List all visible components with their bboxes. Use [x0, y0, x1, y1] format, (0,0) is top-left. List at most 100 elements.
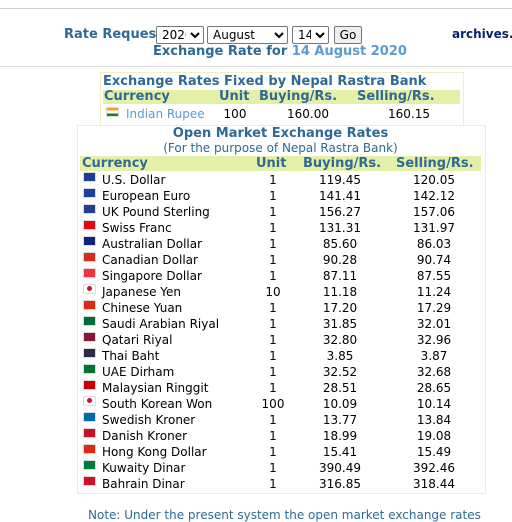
unit: 10 [265, 285, 281, 299]
table-row: Chinese Yuan 1 17.20 17.29 [80, 300, 481, 316]
australia-flag-icon [83, 236, 96, 246]
col-currency: Currency [82, 156, 148, 171]
table-row: Australian Dollar 1 85.60 86.03 [80, 236, 481, 252]
buying-rate: 119.45 [319, 173, 361, 187]
currency-name: South Korean Won [102, 397, 213, 411]
saudi-flag-icon [83, 316, 96, 326]
buying-rate: 28.51 [322, 381, 358, 395]
unit: 1 [269, 333, 277, 347]
selling-rate: 28.65 [416, 381, 452, 395]
buying-rate: 316.85 [319, 477, 361, 491]
currency-name: Qatari Riyal [102, 333, 173, 347]
thailand-flag-icon [83, 348, 96, 358]
selling-rate: 87.55 [416, 269, 452, 283]
day-select[interactable]: 14 [292, 26, 329, 44]
table-row: UK Pound Sterling 1 156.27 157.06 [80, 204, 481, 220]
table-row: Canadian Dollar 1 90.28 90.74 [80, 252, 481, 268]
currency-name: Saudi Arabian Riyal [102, 317, 220, 331]
buying-rate: 32.80 [322, 333, 358, 347]
selling-rate: 13.84 [416, 413, 452, 427]
buying-rate: 160.00 [287, 107, 329, 121]
unit: 1 [269, 173, 277, 187]
table-row: Malaysian Ringgit 1 28.51 28.65 [80, 380, 481, 396]
indian-rupee-row: Indian Rupee 100 160.00 160.15 [103, 107, 460, 122]
unit: 1 [269, 253, 277, 267]
switzerland-flag-icon [83, 220, 96, 230]
archives-link[interactable]: archives... [452, 27, 512, 41]
go-button[interactable]: Go [334, 26, 362, 44]
buying-rate: 32.52 [322, 365, 358, 379]
denmark-flag-icon [83, 428, 96, 438]
unit: 1 [269, 221, 277, 235]
selling-rate: 392.46 [413, 461, 455, 475]
buying-rate: 141.41 [319, 189, 361, 203]
buying-rate: 10.09 [322, 397, 358, 411]
currency-name: European Euro [102, 189, 191, 203]
unit: 1 [269, 349, 277, 363]
selling-rate: 32.96 [416, 333, 452, 347]
india-flag-icon [106, 107, 119, 117]
table-row: Danish Kroner 1 18.99 19.08 [80, 428, 481, 444]
table-row: U.S. Dollar 1 119.45 120.05 [80, 172, 481, 188]
table-row: Singapore Dollar 1 87.11 87.55 [80, 268, 481, 284]
currency-name: Swiss Franc [102, 221, 172, 235]
open-market-title: Open Market Exchange Rates [172, 126, 389, 141]
hongkong-flag-icon [83, 444, 96, 454]
selling-rate: 90.74 [416, 253, 452, 267]
unit: 1 [269, 205, 277, 219]
selling-rate: 17.29 [416, 301, 452, 315]
selling-rate: 15.49 [416, 445, 452, 459]
currency-name: Kuwaity Dinar [102, 461, 186, 475]
selling-rate: 160.15 [388, 107, 430, 121]
unit: 1 [269, 317, 277, 331]
open-market-subtitle: (For the purpose of Nepal Rastra Bank) [163, 141, 398, 155]
selling-rate: 32.68 [416, 365, 452, 379]
unit: 1 [269, 461, 277, 475]
col-unit: Unit [256, 156, 287, 171]
sweden-flag-icon [83, 412, 96, 422]
table-row: European Euro 1 141.41 142.12 [80, 188, 481, 204]
title-prefix: Exchange Rate for [153, 44, 288, 59]
unit: 1 [269, 365, 277, 379]
selling-rate: 157.06 [413, 205, 455, 219]
selling-rate: 120.05 [413, 173, 455, 187]
currency-name: Chinese Yuan [102, 301, 183, 315]
buying-rate: 90.28 [322, 253, 358, 267]
selling-rate: 3.87 [420, 349, 448, 363]
buying-rate: 3.85 [326, 349, 354, 363]
currency-name: Malaysian Ringgit [102, 381, 209, 395]
unit: 1 [269, 237, 277, 251]
buying-rate: 156.27 [319, 205, 361, 219]
footer-note: Note: Under the present system the open … [88, 508, 481, 522]
currency-name: Danish Kroner [102, 429, 188, 443]
title-date: 14 August 2020 [291, 44, 407, 59]
header-divider [0, 66, 512, 67]
japan-flag-icon [83, 284, 96, 294]
unit: 1 [269, 189, 277, 203]
year-select[interactable]: 2020 [156, 26, 204, 44]
buying-rate: 390.49 [319, 461, 361, 475]
currency-name: Bahrain Dinar [102, 477, 185, 491]
month-select[interactable]: August [207, 26, 288, 44]
rate-request-label: Rate Request [64, 27, 163, 42]
exchange-rate-title: Exchange Rate for 14 August 2020 [153, 44, 407, 59]
buying-rate: 87.11 [322, 269, 358, 283]
top-divider [0, 8, 512, 9]
currency-name: Thai Baht [102, 349, 160, 363]
selling-rate: 11.24 [416, 285, 452, 299]
singapore-flag-icon [83, 268, 96, 278]
buying-rate: 85.60 [322, 237, 358, 251]
currency-name: Singapore Dollar [102, 269, 202, 283]
table-row: South Korean Won 100 10.09 10.14 [80, 396, 481, 412]
currency-name: Australian Dollar [102, 237, 203, 251]
unit: 1 [269, 429, 277, 443]
selling-rate: 86.03 [416, 237, 452, 251]
buying-rate: 31.85 [322, 317, 358, 331]
bahrain-flag-icon [83, 476, 96, 486]
currency-name: Swedish Kroner [102, 413, 196, 427]
unit: 1 [269, 477, 277, 491]
buying-rate: 13.77 [322, 413, 358, 427]
fixed-rates-header-row: Currency Unit Buying/Rs. Selling/Rs. [103, 90, 460, 104]
selling-rate: 10.14 [416, 397, 452, 411]
unit: 1 [269, 301, 277, 315]
